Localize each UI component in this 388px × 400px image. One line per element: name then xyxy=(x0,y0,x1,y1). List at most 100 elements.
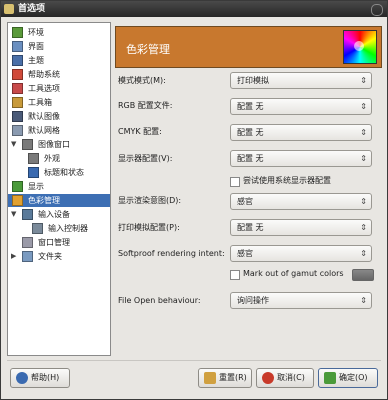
sidebar-item-help-system[interactable]: 帮助系统 xyxy=(8,68,110,81)
mark-gamut-checkbox[interactable] xyxy=(230,270,240,280)
color-wheel-icon xyxy=(343,30,377,64)
mode-value: 打印模拟 xyxy=(237,76,269,85)
sidebar-item-label: 环境 xyxy=(28,28,44,37)
sidebar-item-toolbox[interactable]: 工具箱 xyxy=(8,96,110,109)
printer-profile-label: 打印模拟配置(P): xyxy=(118,223,180,232)
sidebar-item-label: 显示 xyxy=(28,182,44,191)
cmyk-profile-combo[interactable]: 配置 无 ⇕ xyxy=(230,124,372,141)
cancel-button-label: 取消(C) xyxy=(277,373,305,382)
input-devices-icon xyxy=(22,209,33,220)
sidebar-item-title-status[interactable]: 标题和状态 xyxy=(8,166,110,179)
sidebar-item-label: 界面 xyxy=(28,42,44,51)
cancel-button[interactable]: 取消(C) xyxy=(256,368,314,388)
softproof-intent-combo[interactable]: 感官 ⇕ xyxy=(230,245,372,262)
chevron-updown-icon: ⇕ xyxy=(360,197,367,206)
page-header-banner: 色彩管理 xyxy=(115,26,382,68)
sidebar-item-theme[interactable]: 主题 xyxy=(8,54,110,67)
display-intent-combo[interactable]: 感官 ⇕ xyxy=(230,193,372,210)
expander-collapsed-icon[interactable]: ▶ xyxy=(11,250,16,263)
softproof-intent-value: 感官 xyxy=(237,249,253,258)
sidebar-item-label: 文件夹 xyxy=(38,252,62,261)
display-profile-combo[interactable]: 配置 无 ⇕ xyxy=(230,150,372,167)
gamut-color-button[interactable] xyxy=(352,269,374,281)
sidebar-item-folders[interactable]: ▶ 文件夹 xyxy=(8,250,110,263)
help-button[interactable]: 帮助(H) xyxy=(10,368,70,388)
sidebar-item-label: 标题和状态 xyxy=(44,168,84,177)
default-image-icon xyxy=(12,111,23,122)
sidebar-item-tool-options[interactable]: 工具选项 xyxy=(8,82,110,95)
sidebar-item-input-devices[interactable]: ▼ 输入设备 xyxy=(8,208,110,221)
rgb-profile-combo[interactable]: 配置 无 ⇕ xyxy=(230,98,372,115)
sidebar-item-label: 默认图像 xyxy=(28,112,60,121)
reset-icon xyxy=(204,372,216,384)
mark-gamut-label: Mark out of gamut colors xyxy=(243,269,344,278)
input-controllers-icon xyxy=(32,223,43,234)
close-icon[interactable] xyxy=(371,4,383,16)
file-open-combo[interactable]: 询问操作 ⇕ xyxy=(230,292,372,309)
category-tree[interactable]: 环境 界面 主题 帮助系统 工具选项 工具箱 默认图像 默认网格 ▼ 图像窗口 … xyxy=(7,22,111,356)
rgb-profile-label: RGB 配置文件: xyxy=(118,101,173,110)
chevron-updown-icon: ⇕ xyxy=(360,223,367,232)
file-open-value: 询问操作 xyxy=(237,296,269,305)
sidebar-item-label: 外观 xyxy=(44,154,60,163)
sidebar-item-label: 图像窗口 xyxy=(38,140,70,149)
sidebar-item-color-management[interactable]: 色彩管理 xyxy=(8,194,110,207)
window-title: 首选项 xyxy=(18,4,46,14)
chevron-updown-icon: ⇕ xyxy=(360,102,367,111)
default-grid-icon xyxy=(12,125,23,136)
appearance-icon xyxy=(28,153,39,164)
title-status-icon xyxy=(28,167,39,178)
printer-profile-combo[interactable]: 配置 无 ⇕ xyxy=(230,219,372,236)
environment-icon xyxy=(12,27,23,38)
sidebar-item-label: 色彩管理 xyxy=(28,196,60,205)
sidebar-item-label: 工具选项 xyxy=(28,84,60,93)
sidebar-item-appearance[interactable]: 外观 xyxy=(8,152,110,165)
sidebar-item-label: 工具箱 xyxy=(28,98,52,107)
file-open-label: File Open behaviour: xyxy=(118,296,201,305)
sidebar-item-label: 输入控制器 xyxy=(48,224,88,233)
mode-combo[interactable]: 打印模拟 ⇕ xyxy=(230,72,372,89)
system-monitor-label: 尝试使用系统显示器配置 xyxy=(243,176,331,185)
sidebar-item-input-controllers[interactable]: 输入控制器 xyxy=(8,222,110,235)
tool-options-icon xyxy=(12,83,23,94)
toolbox-icon xyxy=(12,97,23,108)
color-management-icon xyxy=(12,195,23,206)
separator xyxy=(7,360,381,361)
app-icon xyxy=(4,4,14,14)
window-management-icon xyxy=(22,237,33,248)
sidebar-item-display[interactable]: 显示 xyxy=(8,180,110,193)
sidebar-item-interface[interactable]: 界面 xyxy=(8,40,110,53)
ok-button[interactable]: 确定(O) xyxy=(318,368,378,388)
image-window-icon xyxy=(22,139,33,150)
sidebar-item-image-window[interactable]: ▼ 图像窗口 xyxy=(8,138,110,151)
cancel-icon xyxy=(262,372,274,384)
display-profile-label: 显示器配置(V): xyxy=(118,154,173,163)
sidebar-item-window-management[interactable]: 窗口管理 xyxy=(8,236,110,249)
title-bar[interactable]: 首选项 xyxy=(1,1,387,17)
reset-button[interactable]: 重置(R) xyxy=(198,368,252,388)
sidebar-item-label: 窗口管理 xyxy=(38,238,70,247)
chevron-updown-icon: ⇕ xyxy=(360,128,367,137)
mode-label: 模式模式(M): xyxy=(118,76,166,85)
display-icon xyxy=(12,181,23,192)
system-monitor-checkbox[interactable] xyxy=(230,177,240,187)
chevron-updown-icon: ⇕ xyxy=(360,296,367,305)
help-button-label: 帮助(H) xyxy=(31,373,60,382)
help-icon xyxy=(16,372,28,384)
folders-icon xyxy=(22,251,33,262)
ok-button-label: 确定(O) xyxy=(339,373,368,382)
page-title: 色彩管理 xyxy=(126,43,170,56)
sidebar-item-default-image[interactable]: 默认图像 xyxy=(8,110,110,123)
sidebar-item-label: 主题 xyxy=(28,56,44,65)
chevron-updown-icon: ⇕ xyxy=(360,76,367,85)
sidebar-item-label: 默认网格 xyxy=(28,126,60,135)
interface-icon xyxy=(12,41,23,52)
expander-expanded-icon[interactable]: ▼ xyxy=(11,208,16,221)
rgb-profile-value: 配置 无 xyxy=(237,102,264,111)
expander-expanded-icon[interactable]: ▼ xyxy=(11,138,16,151)
sidebar-item-default-grid[interactable]: 默认网格 xyxy=(8,124,110,137)
theme-icon xyxy=(12,55,23,66)
reset-button-label: 重置(R) xyxy=(219,373,247,382)
softproof-intent-label: Softproof rendering intent: xyxy=(118,249,225,258)
sidebar-item-environment[interactable]: 环境 xyxy=(8,26,110,39)
